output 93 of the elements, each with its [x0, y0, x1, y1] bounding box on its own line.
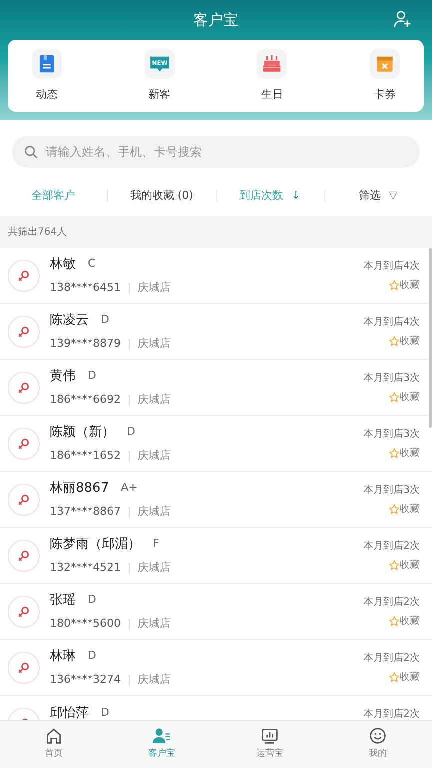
grade-label: D — [88, 648, 96, 664]
grade-label: C — [88, 256, 96, 272]
star-icon — [389, 336, 400, 346]
grade-label: D — [101, 705, 110, 720]
cake-icon — [261, 52, 284, 75]
favorite-button[interactable]: 收藏 — [389, 502, 420, 516]
sort-arrow: ↓ — [292, 188, 301, 204]
customer-row[interactable]: 林琳 D 136****3274 庆城店 本月到店2次 收藏 — [0, 640, 432, 696]
search-field[interactable]: 请输入姓名、手机、卡号搜索 — [12, 136, 420, 168]
visit-count: 本月到店3次 — [364, 372, 420, 386]
customer-name: 黄伟 — [50, 368, 76, 386]
customer-row[interactable]: 陈颖（新） D 186****1652 庆城店 本月到店3次 收藏 — [0, 416, 432, 472]
grade-label: D — [101, 312, 110, 328]
favorite-button[interactable]: 收藏 — [389, 670, 420, 684]
result-count: 共筛出764人 — [8, 226, 68, 240]
grade-label: D — [127, 424, 136, 440]
phone-number: 139****8879 — [50, 336, 121, 352]
customer-name: 张瑶 — [50, 592, 76, 610]
favorite-button[interactable]: 收藏 — [389, 614, 420, 628]
store-name: 庆城店 — [138, 336, 171, 352]
search-icon — [24, 145, 38, 159]
customer-row[interactable]: 张瑶 D 180****5600 庆城店 本月到店2次 收藏 — [0, 584, 432, 640]
favorite-button[interactable]: 收藏 — [389, 446, 420, 460]
customer-row[interactable]: 林丽8867 A+ 137****8867 庆城店 本月到店3次 收藏 — [0, 472, 432, 528]
star-icon — [389, 616, 400, 626]
favorite-button[interactable]: 收藏 — [389, 334, 420, 348]
phone-number: 138****6451 — [50, 280, 121, 296]
star-icon — [389, 672, 400, 682]
visit-count: 本月到店3次 — [364, 428, 420, 442]
quick-action-tile[interactable] — [370, 48, 400, 79]
star-icon — [389, 504, 400, 514]
quick-action-label[interactable]: 动态 — [36, 86, 58, 104]
store-name: 庆城店 — [138, 560, 171, 576]
store-name: 庆城店 — [138, 280, 171, 296]
store-name: 庆城店 — [138, 392, 171, 408]
female-icon — [17, 436, 31, 450]
star-icon — [389, 448, 400, 458]
grade-label: F — [153, 536, 160, 552]
female-icon — [17, 324, 31, 338]
female-icon — [17, 492, 31, 506]
visit-count: 本月到店2次 — [364, 596, 420, 610]
smiley-icon — [369, 727, 387, 746]
quick-action-label[interactable]: 卡券 — [374, 86, 396, 104]
quick-action-label[interactable]: 新客 — [148, 86, 171, 104]
visit-count: 本月到店2次 — [364, 708, 420, 720]
visit-count: 本月到店2次 — [364, 652, 420, 666]
female-icon — [17, 660, 31, 674]
visit-count: 本月到店4次 — [364, 316, 420, 330]
customer-name: 邱怡萍 — [50, 704, 89, 720]
customer-name: 林敏 — [50, 256, 76, 274]
star-icon — [389, 392, 400, 402]
chart-board-icon — [261, 727, 279, 746]
user-list-icon — [153, 727, 171, 746]
female-icon — [17, 604, 31, 618]
add-user-icon[interactable] — [394, 10, 412, 28]
store-name: 庆城店 — [138, 616, 171, 632]
female-icon — [17, 548, 31, 562]
star-icon — [389, 280, 400, 290]
store-name: 庆城店 — [138, 672, 171, 688]
customer-name: 林丽8867 — [50, 480, 110, 498]
home-icon — [45, 727, 63, 746]
visit-count: 本月到店4次 — [364, 260, 420, 274]
phone-number: 186****1652 — [50, 448, 121, 464]
phone-number: 186****6692 — [50, 392, 121, 408]
favorite-button[interactable]: 收藏 — [389, 558, 420, 572]
quick-action-tile[interactable] — [32, 48, 62, 79]
favorite-button[interactable]: 收藏 — [389, 390, 420, 404]
female-icon — [17, 380, 31, 394]
phone-number: 132****4521 — [50, 560, 121, 576]
customer-name: 林琳 — [50, 648, 76, 666]
customer-name: 陈颖（新） — [50, 424, 115, 442]
customer-row[interactable]: 陈梦雨（邱湄） F 132****4521 庆城店 本月到店2次 收藏 — [0, 528, 432, 584]
filter-button[interactable]: 筛选 — [359, 188, 382, 204]
quick-action-tile[interactable] — [257, 48, 288, 79]
favorite-button[interactable]: 收藏 — [389, 278, 420, 292]
store-name: 庆城店 — [138, 448, 171, 464]
page-title: 客户宝 — [194, 10, 238, 31]
store-name: 庆城店 — [138, 504, 171, 520]
visit-count: 本月到店2次 — [364, 540, 420, 554]
quick-action-label[interactable]: 生日 — [261, 86, 284, 104]
customer-name: 陈凌云 — [50, 312, 89, 330]
dropdown-arrow: ▽ — [389, 188, 398, 204]
star-icon — [389, 560, 400, 570]
phone-number: 180****5600 — [50, 616, 121, 632]
filter-tab[interactable]: 我的收藏 (0) — [130, 188, 194, 204]
phone-number: 137****8867 — [50, 504, 121, 520]
customer-name: 陈梦雨（邱湄） — [50, 536, 141, 554]
phone-number: 136****3274 — [50, 672, 121, 688]
grade-label: A+ — [121, 480, 138, 496]
female-icon — [17, 268, 31, 282]
visit-count: 本月到店3次 — [364, 484, 420, 498]
grade-label: D — [88, 368, 96, 384]
grade-label: D — [88, 592, 96, 608]
